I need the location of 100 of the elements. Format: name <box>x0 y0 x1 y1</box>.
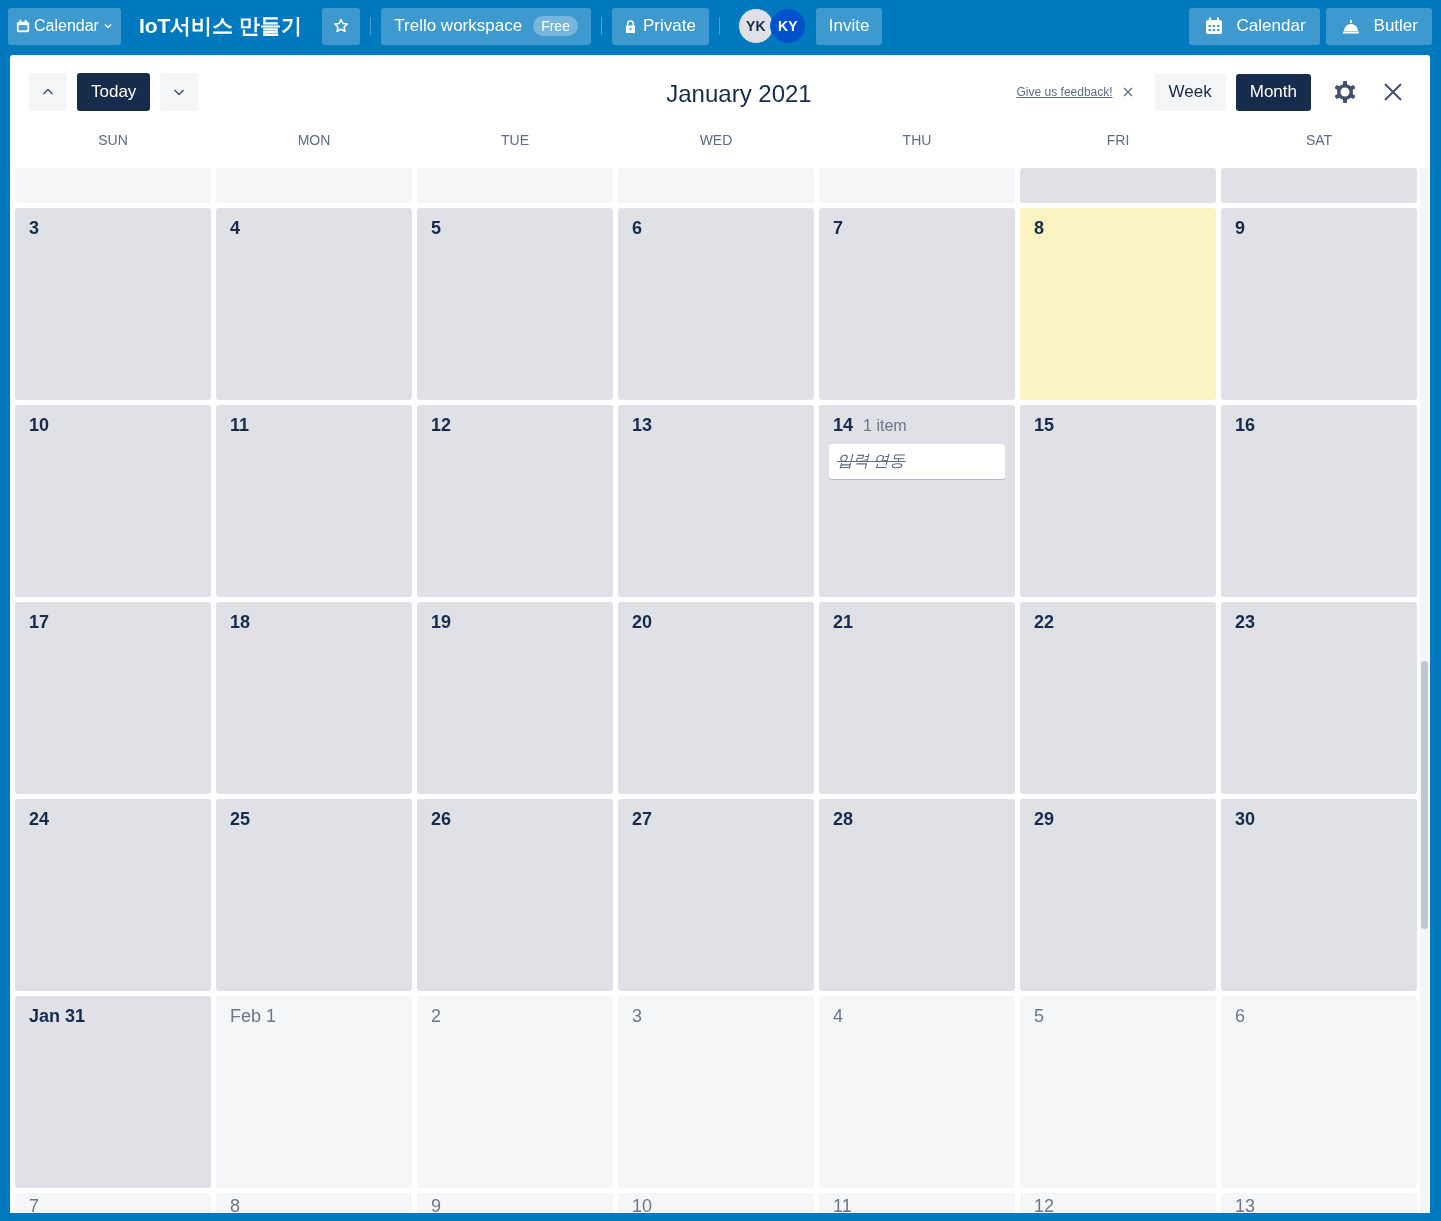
day-cell[interactable]: 22 <box>1020 602 1216 794</box>
day-cell[interactable]: 11 <box>216 405 412 597</box>
day-cell[interactable]: 13 <box>618 405 814 597</box>
member-avatar[interactable]: YK <box>737 8 774 44</box>
day-cell[interactable]: 12 <box>417 405 613 597</box>
star-icon <box>333 18 350 34</box>
day-cell[interactable]: 28 <box>819 799 1015 991</box>
day-cell[interactable]: 21 <box>819 602 1015 794</box>
scrollbar[interactable] <box>1420 168 1429 1213</box>
today-button[interactable]: Today <box>77 73 151 111</box>
day-cell[interactable]: 25 <box>216 799 412 991</box>
day-cell[interactable]: 3 <box>15 208 211 400</box>
day-number: 6 <box>1235 1006 1245 1027</box>
bell-icon <box>1341 17 1360 35</box>
day-number: 17 <box>29 612 50 633</box>
day-cell[interactable]: 2 <box>417 996 613 1188</box>
day-cell[interactable]: 29 <box>1020 799 1216 991</box>
day-number: 24 <box>29 809 50 830</box>
day-number: 29 <box>1034 809 1055 830</box>
day-cell[interactable] <box>1020 168 1216 203</box>
day-number: 6 <box>632 218 642 239</box>
day-cell[interactable]: 14 1 item 입력 연동 <box>819 405 1015 597</box>
lock-icon <box>624 19 636 33</box>
day-number: 4 <box>833 1006 843 1027</box>
caret-icon <box>102 21 113 31</box>
day-cell[interactable]: 5 <box>1020 996 1216 1188</box>
day-number: 15 <box>1034 415 1055 436</box>
board-title: IoT서비스 만들기 <box>137 13 304 39</box>
day-number: 5 <box>431 218 441 239</box>
settings-icon[interactable] <box>1333 80 1357 104</box>
day-cell[interactable]: 26 <box>417 799 613 991</box>
day-cell[interactable]: Jan 31 <box>15 996 211 1188</box>
day-number: 10 <box>29 415 50 436</box>
day-cell[interactable]: Feb 1 <box>216 996 412 1188</box>
day-number: 27 <box>632 809 653 830</box>
next-button[interactable] <box>160 73 199 111</box>
close-icon[interactable] <box>1383 82 1403 102</box>
weekday-label: WED <box>698 132 734 150</box>
day-cell[interactable]: 4 <box>819 996 1015 1188</box>
day-cell[interactable]: 10 <box>618 1193 814 1213</box>
day-cell[interactable]: 4 <box>216 208 412 400</box>
day-cell[interactable]: 7 <box>819 208 1015 400</box>
day-number: 12 <box>1034 1196 1055 1213</box>
day-cell[interactable]: 18 <box>216 602 412 794</box>
day-cell[interactable]: 23 <box>1221 602 1417 794</box>
weekday-label: TUE <box>500 132 530 150</box>
day-cell[interactable]: 13 <box>1221 1193 1417 1213</box>
day-number: 9 <box>431 1196 441 1213</box>
day-number: 8 <box>1034 218 1044 239</box>
day-cell[interactable]: 11 <box>819 1193 1015 1213</box>
day-cell[interactable]: 5 <box>417 208 613 400</box>
day-cell[interactable]: 3 <box>618 996 814 1188</box>
day-number: 5 <box>1034 1006 1044 1027</box>
day-number: 18 <box>230 612 251 633</box>
day-number: 26 <box>431 809 452 830</box>
close-icon[interactable] <box>1122 87 1133 97</box>
day-number: 23 <box>1235 612 1256 633</box>
weekday-label: THU <box>901 132 933 150</box>
day-cell[interactable] <box>1221 168 1417 203</box>
day-cell[interactable]: 15 <box>1020 405 1216 597</box>
day-cell[interactable]: 20 <box>618 602 814 794</box>
day-number: 12 <box>431 415 452 436</box>
weekday-label: MON <box>296 132 332 150</box>
day-number: 2 <box>431 1006 441 1027</box>
task-card[interactable]: 입력 연동 <box>829 444 1005 479</box>
day-cell[interactable]: 8 <box>1020 208 1216 400</box>
day-number: 19 <box>431 612 452 633</box>
star-button[interactable] <box>322 7 361 45</box>
day-cell[interactable]: 6 <box>618 208 814 400</box>
day-number: 7 <box>833 218 843 239</box>
day-number: 8 <box>230 1196 240 1213</box>
day-number: 13 <box>1235 1196 1256 1213</box>
day-number: 20 <box>632 612 653 633</box>
day-cell[interactable]: 19 <box>417 602 613 794</box>
day-cell[interactable]: 9 <box>1221 208 1417 400</box>
day-cell[interactable]: 16 <box>1221 405 1417 597</box>
day-cell[interactable]: 24 <box>15 799 211 991</box>
day-cell[interactable]: 12 <box>1020 1193 1216 1213</box>
day-number: 14 <box>833 415 854 436</box>
day-number: 21 <box>833 612 854 633</box>
day-cell[interactable]: 6 <box>1221 996 1417 1188</box>
day-cell[interactable]: 30 <box>1221 799 1417 991</box>
day-number: 22 <box>1034 612 1055 633</box>
day-cell[interactable]: 17 <box>15 602 211 794</box>
day-cell[interactable]: 10 <box>15 405 211 597</box>
day-cell[interactable]: 27 <box>618 799 814 991</box>
day-cell[interactable]: 7 <box>15 1193 211 1213</box>
item-count: 1 item <box>863 417 907 435</box>
member-avatar[interactable]: KY <box>769 8 806 44</box>
day-cell[interactable]: 9 <box>417 1193 613 1213</box>
day-cell[interactable]: 8 <box>216 1193 412 1213</box>
previous-button[interactable] <box>29 73 67 111</box>
day-number: Jan 31 <box>29 1006 86 1027</box>
day-number: Feb 1 <box>230 1006 277 1027</box>
view-tab[interactable]: Week <box>1154 73 1226 111</box>
feedback-link[interactable]: Give us feedback! <box>1016 85 1113 99</box>
day-number: 28 <box>833 809 854 830</box>
day-number: 13 <box>632 415 653 436</box>
day-number: 11 <box>833 1196 852 1213</box>
view-tab[interactable]: Month <box>1235 73 1311 111</box>
